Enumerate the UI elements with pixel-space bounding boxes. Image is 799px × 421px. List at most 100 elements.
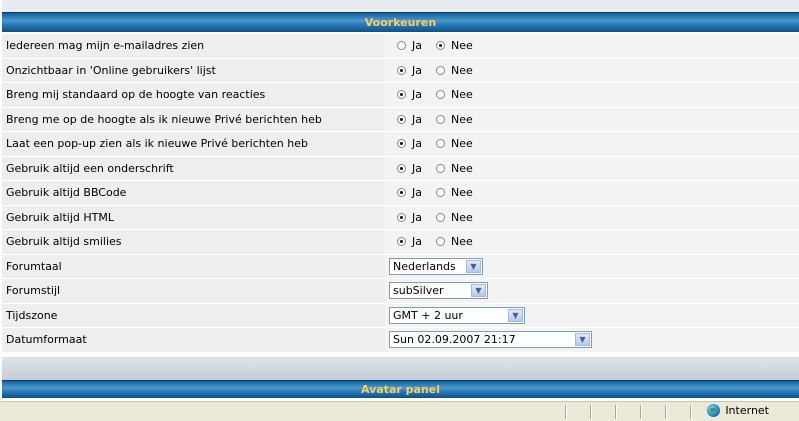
radio-group: Ja Nee [385,181,799,205]
radio-dot[interactable] [397,41,406,51]
row-label: Gebruik altijd HTML [6,210,115,224]
radio-yes[interactable]: Ja [397,235,422,248]
radio-no[interactable]: Nee [436,88,473,101]
language-select[interactable]: Nederlands ▼ [389,257,483,275]
radio-group: Ja Nee [385,34,799,58]
pref-row-html: Gebruik altijd HTML Ja Nee [2,205,799,230]
pref-row-popup-pm: Laat een pop-up zien als ik nieuwe Privé… [2,132,799,157]
radio-no[interactable]: Nee [436,39,473,52]
radio-dot[interactable] [436,188,445,198]
row-label: Iedereen mag mijn e-mailadres zien [6,39,205,53]
radio-dot-selected[interactable] [436,41,445,51]
radio-no[interactable]: Nee [436,137,473,150]
timezone-select[interactable]: GMT + 2 uur ▼ [389,306,525,324]
radio-no[interactable]: Nee [436,113,473,126]
row-label: Forumtaal [6,259,62,273]
radio-dot-selected[interactable] [397,65,406,75]
radio-no[interactable]: Nee [436,186,473,199]
row-label: Gebruik altijd BBCode [6,186,127,200]
radio-group: Ja Nee [385,156,799,180]
security-zone[interactable]: Internet [707,404,769,417]
preferences-table: Iedereen mag mijn e-mailadres zien Ja Ne… [2,34,799,353]
radio-dot[interactable] [436,237,445,247]
radio-dot-selected[interactable] [397,163,406,173]
radio-dot-selected[interactable] [397,90,406,100]
row-label: Datumformaat [6,333,87,347]
chevron-down-icon[interactable]: ▼ [466,259,481,273]
chevron-down-icon[interactable]: ▼ [471,284,486,298]
pref-row-style: Forumstijl subSilver ▼ [2,279,799,304]
radio-yes[interactable]: Ja [397,64,422,77]
browser-statusbar: Internet [0,401,799,421]
pref-row-signature: Gebruik altijd een onderschrift Ja Nee [2,156,799,181]
radio-no[interactable]: Nee [436,64,473,77]
pref-row-bbcode: Gebruik altijd BBCode Ja Nee [2,181,799,206]
radio-group: Ja Nee [385,58,799,82]
radio-dot[interactable] [436,139,445,149]
dateformat-select[interactable]: Sun 02.09.2007 21:17 ▼ [389,331,592,349]
select-value: subSilver [393,284,444,298]
select-value: GMT + 2 uur [393,308,463,322]
radio-yes[interactable]: Ja [397,113,422,126]
row-label: Gebruik altijd smilies [6,235,122,249]
row-label: Onzichtbaar in 'Online gebruikers' lijst [6,63,216,77]
radio-no[interactable]: Nee [436,211,473,224]
statusbar-divider [690,405,692,419]
radio-yes[interactable]: Ja [397,137,422,150]
select-value: Nederlands [393,259,456,273]
radio-dot-selected[interactable] [397,212,406,222]
radio-group: Ja Nee [385,132,799,156]
row-value: Nederlands ▼ [385,254,799,278]
radio-no[interactable]: Nee [436,162,473,175]
pref-row-dateformat: Datumformaat Sun 02.09.2007 21:17 ▼ [2,328,799,353]
radio-yes[interactable]: Ja [397,211,422,224]
row-label: Breng mij standaard op de hoogte van rea… [6,88,266,102]
panel-footer [2,357,799,380]
row-value: Sun 02.09.2007 21:17 ▼ [385,328,799,352]
statusbar-divider [590,405,592,419]
preferences-header: Voorkeuren [2,12,799,32]
radio-yes[interactable]: Ja [397,39,422,52]
radio-dot-selected[interactable] [397,188,406,198]
statusbar-divider [640,405,642,419]
pref-row-language: Forumtaal Nederlands ▼ [2,254,799,279]
select-value: Sun 02.09.2007 21:17 [393,333,516,347]
radio-yes[interactable]: Ja [397,186,422,199]
radio-yes[interactable]: Ja [397,88,422,101]
radio-dot[interactable] [436,114,445,124]
globe-icon [707,404,721,417]
chevron-down-icon[interactable]: ▼ [575,333,590,347]
row-value: subSilver ▼ [385,279,799,303]
pref-row-notify-pm: Breng me op de hoogte als ik nieuwe Priv… [2,107,799,132]
radio-yes[interactable]: Ja [397,162,422,175]
pref-row-show-email: Iedereen mag mijn e-mailadres zien Ja Ne… [2,34,799,59]
avatar-panel-header: Avatar panel [2,380,799,398]
statusbar-divider [615,405,617,419]
radio-group: Ja Nee [385,230,799,254]
radio-group: Ja Nee [385,107,799,131]
radio-dot[interactable] [436,163,445,173]
row-value: GMT + 2 uur ▼ [385,303,799,327]
statusbar-divider [665,405,667,419]
zone-label: Internet [725,404,769,417]
statusbar-divider [565,405,567,419]
radio-dot-selected[interactable] [397,237,406,247]
top-strip [2,0,799,12]
style-select[interactable]: subSilver ▼ [389,282,488,300]
radio-dot[interactable] [436,65,445,75]
pref-row-smilies: Gebruik altijd smilies Ja Nee [2,230,799,255]
radio-dot[interactable] [436,90,445,100]
radio-group: Ja Nee [385,83,799,107]
chevron-down-icon[interactable]: ▼ [508,308,523,322]
row-label: Breng me op de hoogte als ik nieuwe Priv… [6,112,322,126]
radio-dot[interactable] [436,212,445,222]
row-label: Gebruik altijd een onderschrift [6,161,174,175]
pref-row-timezone: Tijdszone GMT + 2 uur ▼ [2,303,799,328]
radio-no[interactable]: Nee [436,235,473,248]
pref-row-notify-replies: Breng mij standaard op de hoogte van rea… [2,83,799,108]
row-label: Laat een pop-up zien als ik nieuwe Privé… [6,137,308,151]
row-label: Forumstijl [6,284,61,298]
radio-dot-selected[interactable] [397,139,406,149]
radio-group: Ja Nee [385,205,799,229]
radio-dot-selected[interactable] [397,114,406,124]
